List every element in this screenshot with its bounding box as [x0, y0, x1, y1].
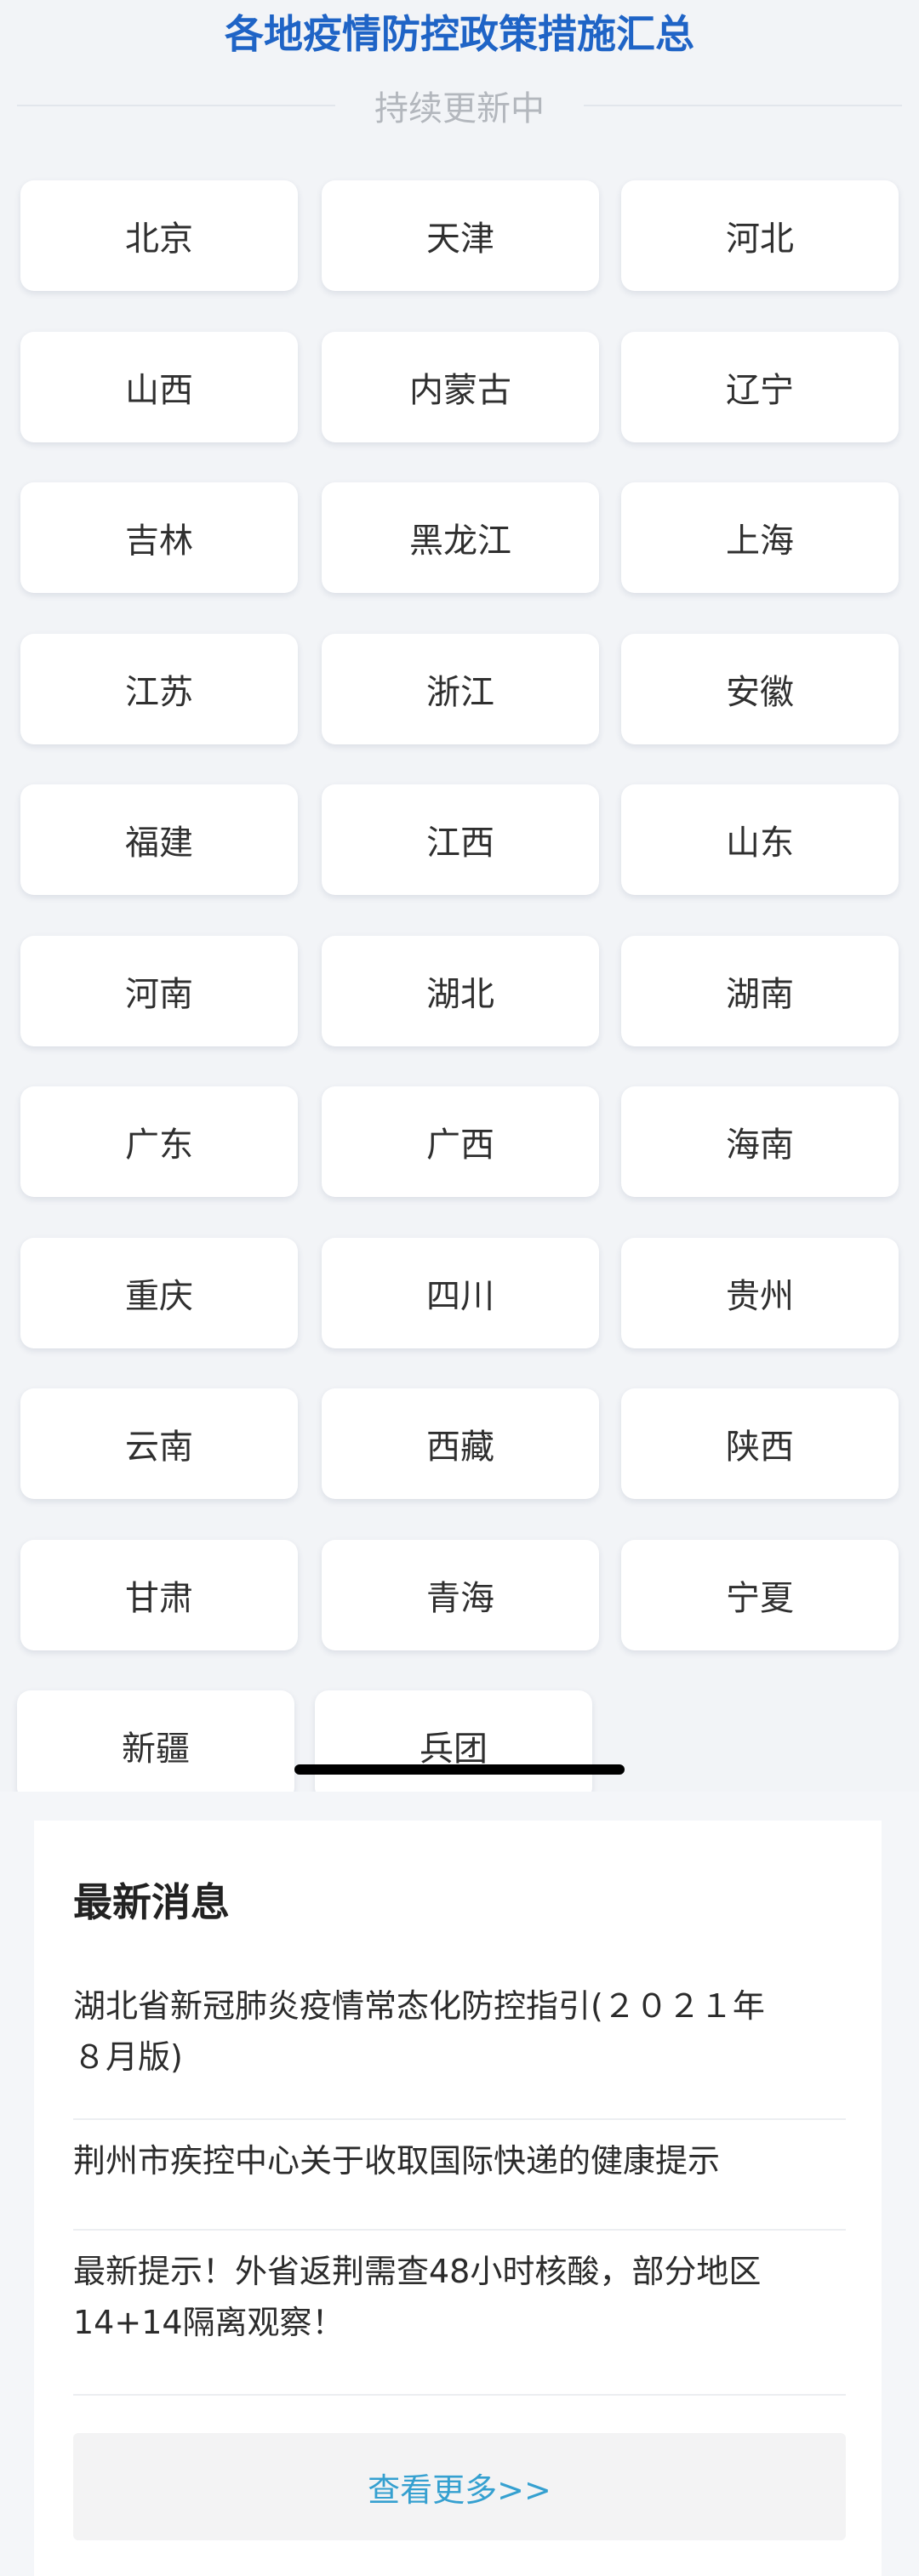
region-button-shanxi[interactable]: 山西 — [20, 331, 298, 442]
news-item-text-cont: ８月版) — [73, 2038, 183, 2076]
region-button-jilin[interactable]: 吉林 — [20, 482, 298, 593]
region-button-guangdong[interactable]: 广东 — [20, 1086, 298, 1197]
region-button-shandong[interactable]: 山东 — [621, 784, 899, 895]
news-item-text: 湖北省新冠肺炎疫情常态化防控指引(２０２１年 — [73, 1987, 765, 2025]
region-button-anhui[interactable]: 安徽 — [621, 633, 899, 744]
news-item[interactable]: 荆州市疾控中心关于收取国际快递的健康提示 — [73, 2135, 839, 2186]
region-button-qinghai[interactable]: 青海 — [322, 1539, 599, 1650]
view-more-button[interactable]: 查看更多>> — [73, 2433, 846, 2540]
news-item-text-cont: 14+14隔离观察！ — [73, 2304, 345, 2341]
page-subtitle: 持续更新中 — [374, 89, 545, 128]
divider-right — [584, 105, 902, 106]
region-button-henan[interactable]: 河南 — [20, 935, 298, 1046]
news-divider — [73, 2118, 846, 2120]
region-button-guangxi[interactable]: 广西 — [322, 1086, 599, 1197]
region-button-gansu[interactable]: 甘肃 — [20, 1539, 298, 1650]
region-button-hunan[interactable]: 湖南 — [621, 935, 899, 1046]
region-button-beijing[interactable]: 北京 — [20, 180, 298, 291]
region-button-hebei[interactable]: 河北 — [621, 180, 899, 291]
region-button-hubei[interactable]: 湖北 — [322, 935, 599, 1046]
region-button-hainan[interactable]: 海南 — [621, 1086, 899, 1197]
region-button-tianjin[interactable]: 天津 — [322, 180, 599, 291]
region-button-shanghai[interactable]: 上海 — [621, 482, 899, 593]
region-button-heilongjiang[interactable]: 黑龙江 — [322, 482, 599, 593]
news-item[interactable]: 湖北省新冠肺炎疫情常态化防控指引(２０２１年 ８月版) — [73, 1980, 839, 2083]
news-divider — [73, 2229, 846, 2231]
news-title: 最新消息 — [73, 1879, 230, 1925]
region-button-zhejiang[interactable]: 浙江 — [322, 633, 599, 744]
subtitle-row: 持续更新中 — [17, 80, 902, 131]
region-button-xinjiang[interactable]: 新疆 — [17, 1690, 294, 1801]
news-panel: 最新消息 湖北省新冠肺炎疫情常态化防控指引(２０２１年 ８月版) 荆州市疾控中心… — [34, 1821, 882, 2576]
scroll-handle[interactable] — [294, 1764, 625, 1775]
news-divider — [73, 2394, 846, 2396]
region-button-ningxia[interactable]: 宁夏 — [621, 1539, 899, 1650]
region-button-sichuan[interactable]: 四川 — [322, 1237, 599, 1348]
region-button-jiangxi[interactable]: 江西 — [322, 784, 599, 895]
region-button-fujian[interactable]: 福建 — [20, 784, 298, 895]
region-button-shaanxi[interactable]: 陕西 — [621, 1388, 899, 1499]
region-button-guizhou[interactable]: 贵州 — [621, 1237, 899, 1348]
region-button-bingtuan[interactable]: 兵团 — [315, 1690, 592, 1801]
page-title: 各地疫情防控政策措施汇总 — [225, 11, 694, 57]
region-button-jiangsu[interactable]: 江苏 — [20, 633, 298, 744]
news-item-text: 最新提示！外省返荆需查48小时核酸，部分地区 — [73, 2253, 762, 2290]
news-item[interactable]: 最新提示！外省返荆需查48小时核酸，部分地区 14+14隔离观察！ — [73, 2246, 839, 2348]
region-button-xizang[interactable]: 西藏 — [322, 1388, 599, 1499]
region-button-liaoning[interactable]: 辽宁 — [621, 331, 899, 442]
divider-left — [17, 105, 335, 106]
region-button-yunnan[interactable]: 云南 — [20, 1388, 298, 1499]
region-button-chongqing[interactable]: 重庆 — [20, 1237, 298, 1348]
news-item-text: 荆州市疾控中心关于收取国际快递的健康提示 — [73, 2142, 721, 2180]
page-header: 各地疫情防控政策措施汇总 持续更新中 — [0, 0, 919, 162]
region-button-neimenggu[interactable]: 内蒙古 — [322, 331, 599, 442]
